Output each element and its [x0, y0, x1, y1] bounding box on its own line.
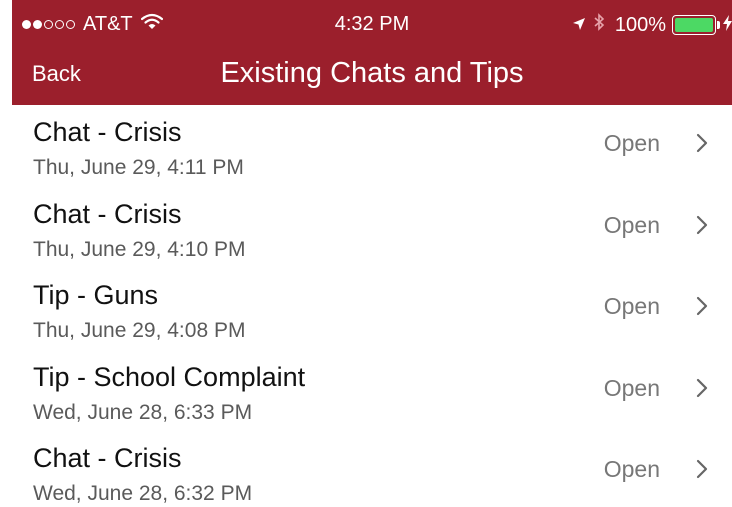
item-title: Chat - Crisis: [33, 117, 182, 147]
chevron-right-icon: [696, 378, 708, 403]
item-date: Wed, June 28, 6:33 PM: [33, 400, 253, 424]
chat-tip-list: Chat - Crisis Thu, June 29, 4:11 PM Open…: [12, 105, 732, 507]
open-label[interactable]: Open: [604, 375, 660, 402]
open-label[interactable]: Open: [604, 293, 660, 320]
battery-percent: 100%: [614, 13, 666, 36]
status-bar: AT&T 4:32 PM 100%: [12, 0, 732, 50]
chevron-right-icon: [696, 459, 708, 484]
app-screen: AT&T 4:32 PM 100% Back Existing Chats an…: [12, 0, 732, 507]
list-item[interactable]: Tip - School Complaint Wed, June 28, 6:3…: [12, 350, 732, 432]
open-label[interactable]: Open: [604, 212, 660, 239]
top-bar: AT&T 4:32 PM 100% Back Existing Chats an…: [12, 0, 732, 105]
bluetooth-icon: [594, 13, 605, 37]
chevron-right-icon: [696, 133, 708, 158]
item-date: Thu, June 29, 4:11 PM: [33, 156, 244, 179]
charging-bolt-icon: [723, 14, 732, 37]
item-date: Thu, June 29, 4:08 PM: [33, 319, 246, 342]
location-arrow-icon: [572, 14, 586, 37]
page-title: Existing Chats and Tips: [220, 57, 524, 89]
battery-fill: [675, 18, 713, 32]
item-title: Tip - Guns: [33, 280, 159, 310]
open-label[interactable]: Open: [604, 130, 660, 157]
list-item[interactable]: Tip - Guns Thu, June 29, 4:08 PM Open: [12, 268, 732, 350]
chevron-right-icon: [696, 296, 708, 321]
status-right: 100%: [572, 13, 732, 37]
list-item[interactable]: Chat - Crisis Thu, June 29, 4:11 PM Open: [12, 105, 732, 187]
item-title: Tip - School Complaint: [33, 361, 306, 392]
chevron-right-icon: [696, 215, 708, 240]
item-title: Chat - Crisis: [33, 198, 182, 229]
list-item[interactable]: Chat - Crisis Thu, June 29, 4:10 PM Open: [12, 187, 732, 269]
battery-tip: [717, 21, 720, 29]
item-title: Chat - Crisis: [33, 443, 182, 473]
list-item[interactable]: Chat - Crisis Wed, June 28, 6:32 PM Open: [12, 431, 732, 507]
navigation-bar: Back Existing Chats and Tips: [12, 50, 732, 105]
item-date: Wed, June 28, 6:32 PM: [33, 482, 253, 505]
open-label[interactable]: Open: [604, 456, 660, 483]
battery-icon: [672, 15, 716, 35]
item-date: Thu, June 29, 4:10 PM: [33, 237, 246, 261]
